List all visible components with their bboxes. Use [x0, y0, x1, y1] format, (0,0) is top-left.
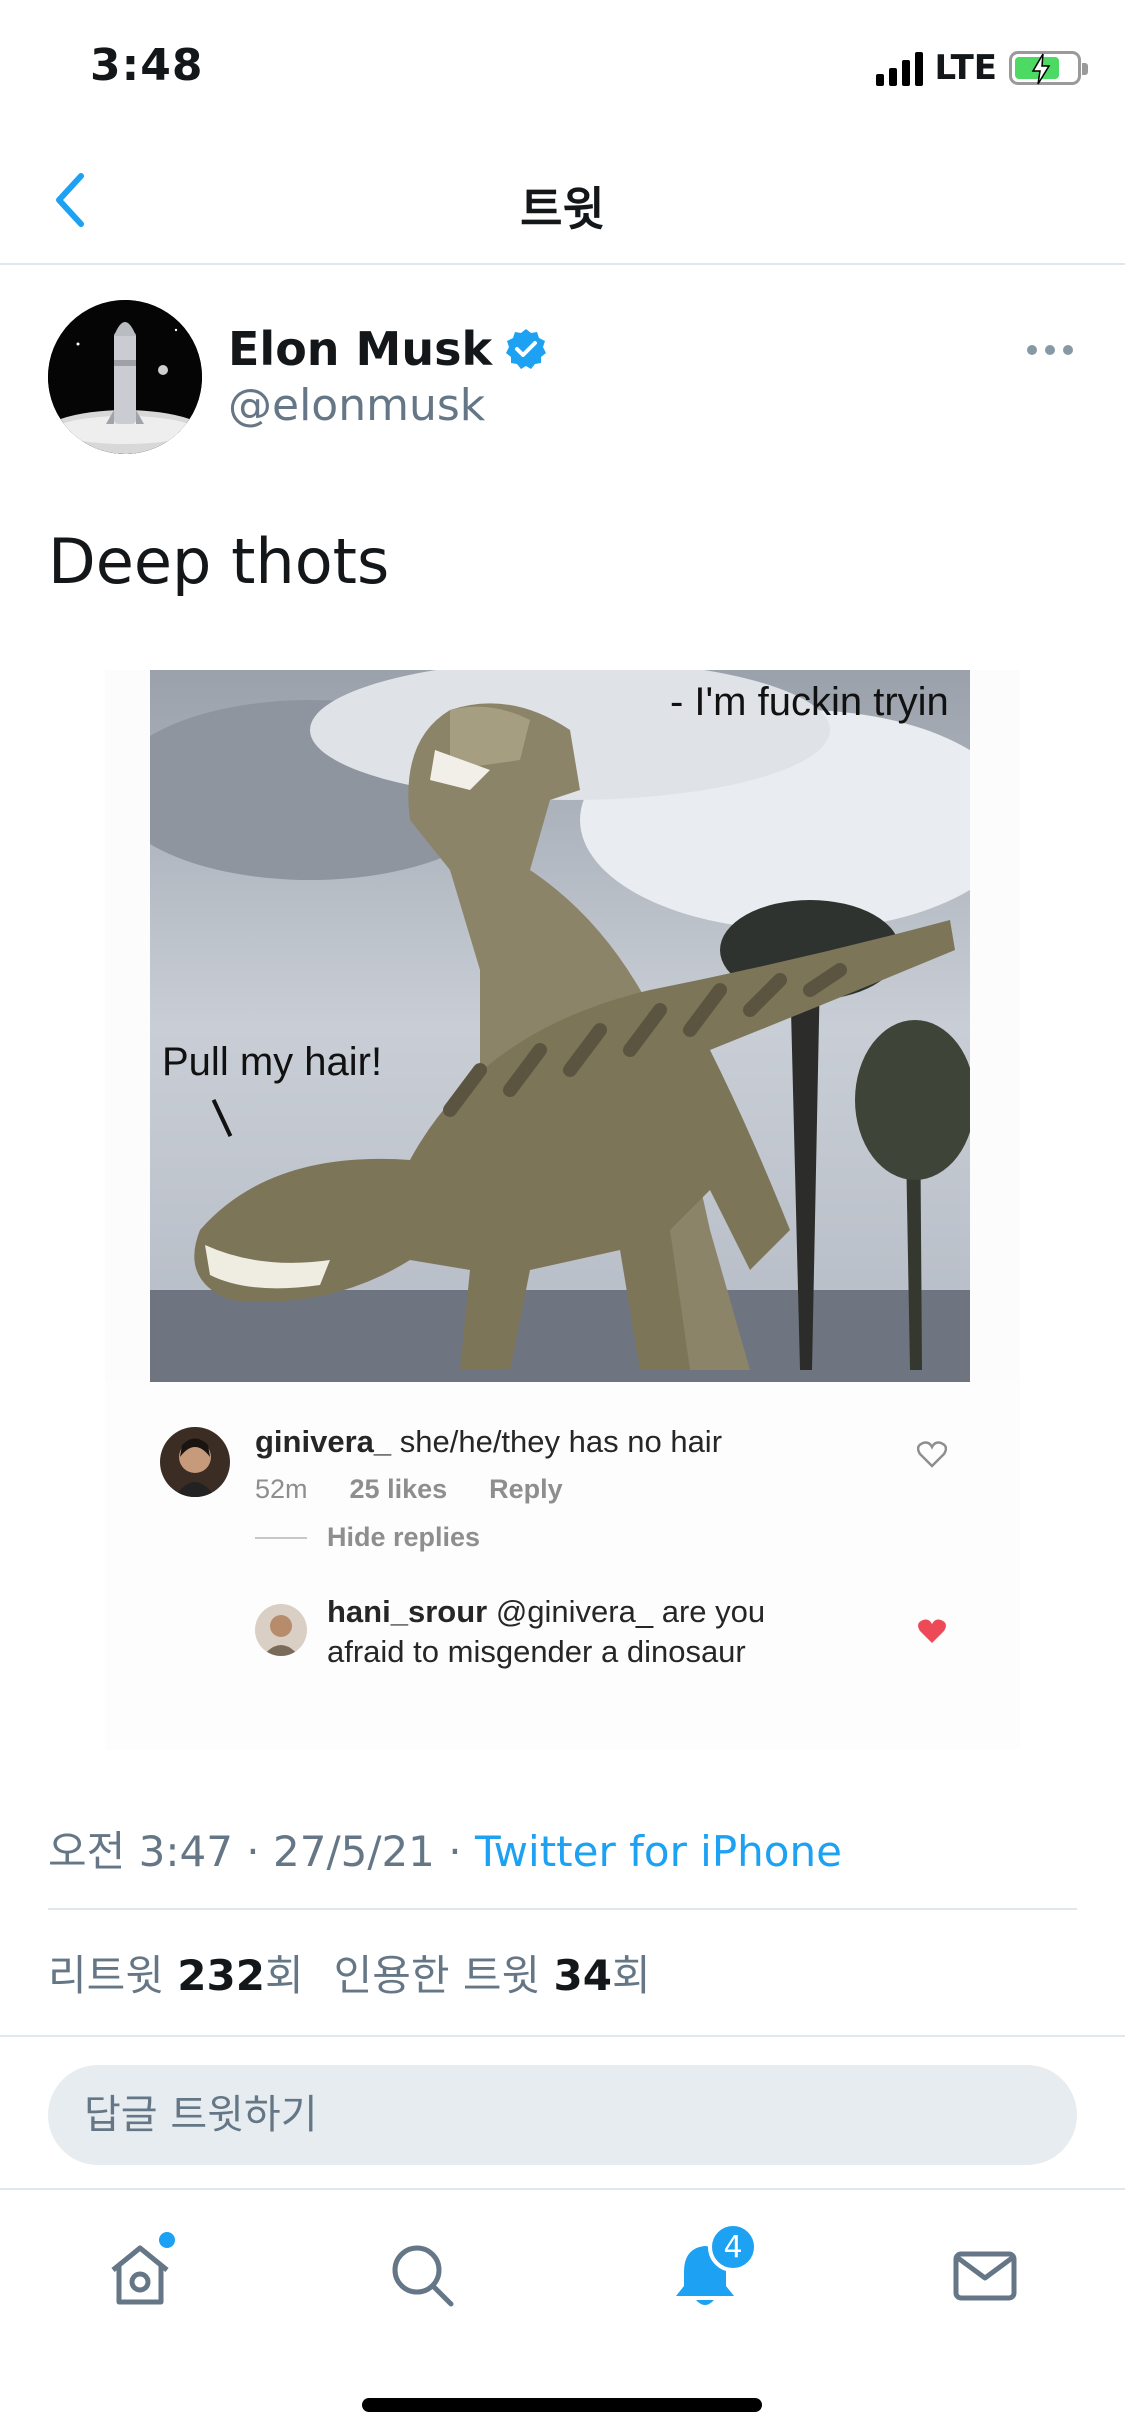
network-label: LTE: [934, 48, 997, 88]
author-name[interactable]: Elon Musk: [228, 322, 548, 376]
reply-bar: [0, 2035, 1125, 2190]
tweet-stats: 리트윗 232회 인용한 트윗 34회: [48, 1942, 651, 2003]
tweet-header: 트윗: [0, 135, 1125, 265]
quotes-unit: 회: [611, 1951, 651, 2000]
avatar[interactable]: [48, 300, 202, 454]
tweet-timestamp: 오전 3:47 · 27/5/21 ·: [48, 1827, 475, 1876]
verified-badge-icon: [504, 327, 548, 371]
comment-screenshot: ginivera_ she/he/they has no hair 52m 25 …: [105, 1382, 1020, 1750]
page-title: 트윗: [520, 182, 605, 236]
comment-body: she/he/they has no hair: [391, 1424, 723, 1459]
hide-replies-label: Hide replies: [327, 1522, 481, 1552]
comment-likes: 25 likes: [349, 1474, 448, 1504]
reply-avatar: [255, 1604, 307, 1656]
retweets-count: 232: [177, 1951, 265, 2000]
heart-outline-icon: [916, 1440, 948, 1472]
reply-text: hani_srour @ginivera_ are you afraid to m…: [327, 1592, 765, 1672]
author-name-text: Elon Musk: [228, 322, 493, 376]
retweets-unit: 회: [264, 1951, 304, 2000]
hide-replies: Hide replies: [255, 1522, 480, 1553]
home-notification-dot: [159, 2232, 175, 2248]
tab-search[interactable]: [377, 2230, 467, 2320]
notifications-badge: 4: [708, 2222, 758, 2272]
tweet-media-image[interactable]: - I'm fuckin tryin Pull my hair! giniver…: [105, 670, 1020, 1750]
retweets-stat[interactable]: 리트윗 232회: [48, 1942, 304, 2003]
tab-bar: 4: [0, 2188, 1125, 2436]
tab-home[interactable]: [95, 2230, 185, 2320]
comment-meta: 52m 25 likes Reply: [255, 1474, 605, 1505]
tab-notifications[interactable]: 4: [660, 2222, 758, 2320]
quotes-stat[interactable]: 인용한 트윗 34회: [334, 1942, 651, 2003]
tweet-text: Deep thots: [48, 525, 390, 598]
tweet-timestamp-row: 오전 3:47 · 27/5/21 · Twitter for iPhone: [48, 1818, 842, 1879]
reply-body-1: @ginivera_ are you: [487, 1594, 766, 1629]
home-indicator: [362, 2398, 762, 2412]
quotes-label: 인용한 트윗: [333, 1951, 541, 2000]
heart-filled-icon: [917, 1617, 947, 1649]
commenter-avatar: [160, 1427, 230, 1497]
tab-messages[interactable]: [940, 2230, 1030, 2320]
home-icon: [111, 2245, 169, 2305]
divider: [48, 1908, 1077, 1910]
reply-input[interactable]: [48, 2065, 1077, 2165]
tweet-source-link[interactable]: Twitter for iPhone: [475, 1827, 842, 1876]
more-options-icon[interactable]: [1015, 330, 1085, 370]
quotes-count: 34: [553, 1951, 612, 2000]
mail-icon: [953, 2251, 1017, 2301]
comment-time: 52m: [255, 1474, 308, 1504]
signal-icon: [875, 50, 923, 86]
meme-caption-top: - I'm fuckin tryin: [670, 680, 949, 724]
status-indicators: LTE: [875, 48, 1088, 88]
reply-body-2: afraid to misgender a dinosaur: [327, 1634, 746, 1669]
meme-image: - I'm fuckin tryin Pull my hair!: [150, 670, 970, 1382]
status-bar: 3:48 LTE: [0, 0, 1125, 135]
comment-user: ginivera_: [255, 1424, 392, 1459]
reply-user: hani_srour: [327, 1594, 488, 1629]
status-time: 3:48: [90, 40, 204, 91]
author-handle[interactable]: @elonmusk: [228, 380, 485, 431]
battery-icon: [1009, 51, 1088, 85]
search-icon: [392, 2245, 454, 2307]
comment-text: ginivera_ she/he/they has no hair: [255, 1422, 722, 1462]
meme-caption-left: Pull my hair!: [162, 1040, 383, 1084]
comment-reply: Reply: [489, 1474, 563, 1504]
retweets-label: 리트윗: [48, 1951, 164, 2000]
